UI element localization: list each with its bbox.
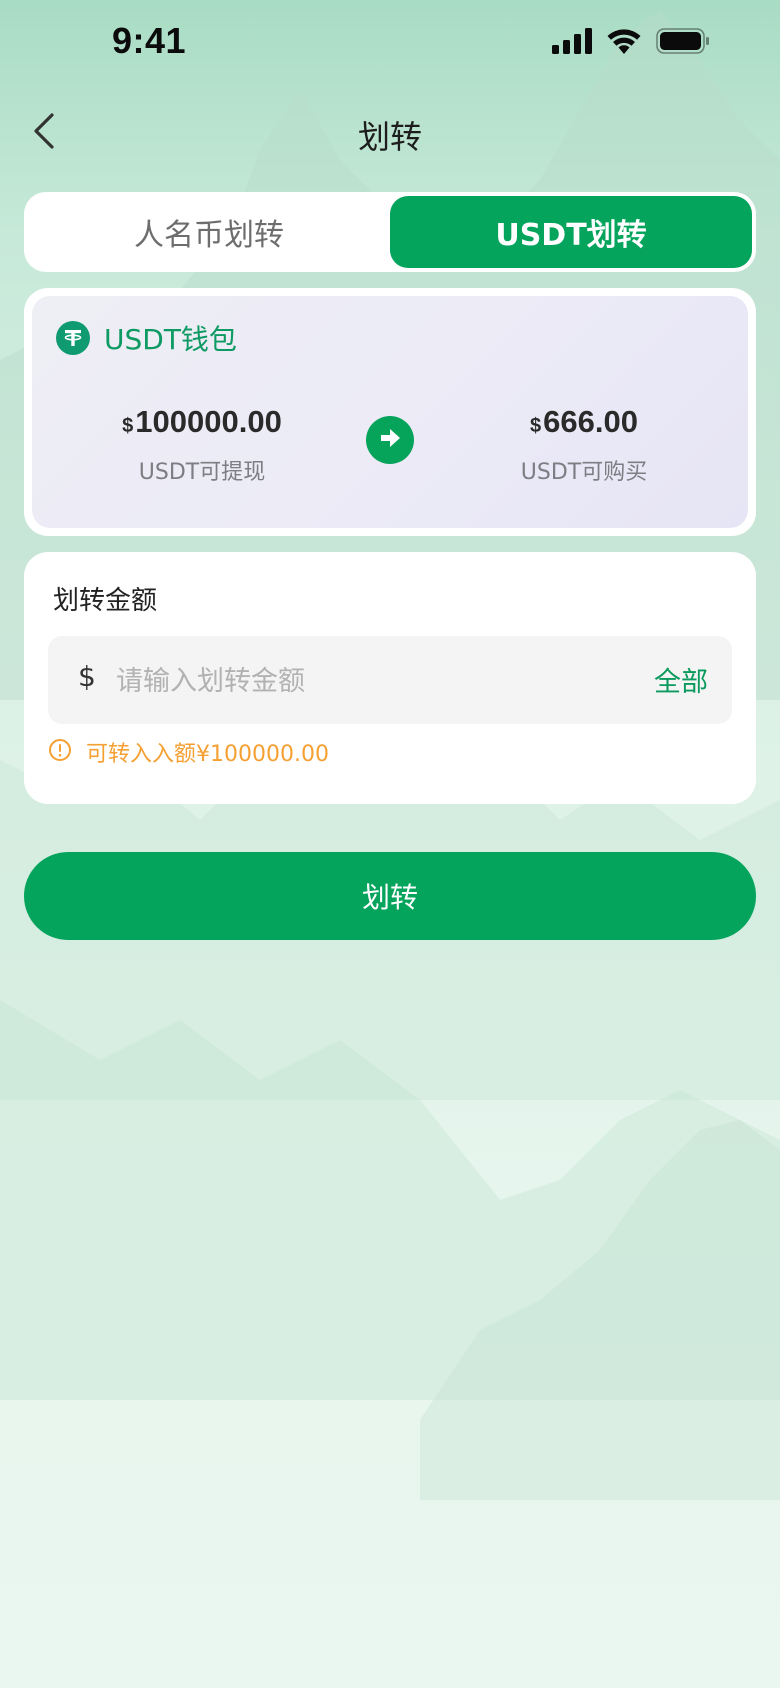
transfer-submit-button[interactable]: 划转: [24, 852, 756, 940]
transfer-amount-card: 划转金额 $ 全部 可转入入额¥100000.00: [24, 552, 756, 804]
currency-symbol: $: [530, 415, 542, 437]
purchasable-balance: $666.00 USDT可购买: [434, 404, 734, 486]
wallet-title: USDT钱包: [104, 323, 237, 356]
wifi-icon: [606, 28, 642, 58]
withdrawable-label: USDT可提现: [138, 460, 266, 485]
wallet-card-body: USDT钱包 $100000.00 USDT可提现 $666.00 USDT可购…: [32, 296, 748, 528]
signal-icon: [552, 28, 592, 58]
purchasable-value: 666.00: [543, 404, 638, 439]
hint-text: 可转入入额¥100000.00: [86, 742, 329, 767]
wallet-header: USDT钱包: [56, 318, 237, 358]
withdrawable-value: 100000.00: [135, 404, 282, 439]
battery-icon: [656, 28, 710, 58]
amount-hint: 可转入入额¥100000.00: [48, 736, 329, 768]
status-time: 9:41: [112, 20, 187, 61]
wallet-card: USDT钱包 $100000.00 USDT可提现 $666.00 USDT可购…: [24, 288, 756, 536]
tether-icon: [56, 321, 90, 355]
tab-usdt-transfer[interactable]: USDT划转: [390, 196, 752, 268]
currency-symbol: $: [122, 415, 134, 437]
withdrawable-amount: $100000.00: [52, 404, 352, 440]
amount-title: 划转金额: [53, 586, 158, 616]
purchasable-label: USDT可购买: [520, 460, 648, 485]
amount-input-box: $ 全部: [48, 636, 732, 724]
tab-rmb-transfer[interactable]: 人名币划转: [28, 196, 390, 268]
withdrawable-balance: $100000.00 USDT可提现: [52, 404, 352, 486]
status-bar: 9:41: [0, 0, 780, 92]
arrow-right-circle-icon: [378, 426, 402, 454]
currency-symbol: $: [78, 660, 96, 693]
transfer-direction-button[interactable]: [366, 416, 414, 464]
nav-bar: 划转: [0, 100, 780, 166]
page-title: 划转: [357, 118, 422, 156]
transfer-type-tabs: 人名币划转 USDT划转: [24, 192, 756, 272]
all-button[interactable]: 全部: [654, 660, 708, 699]
status-icons: [552, 28, 710, 58]
purchasable-amount: $666.00: [434, 404, 734, 440]
amount-input[interactable]: [114, 650, 598, 712]
exclamation-circle-icon: [48, 738, 72, 766]
